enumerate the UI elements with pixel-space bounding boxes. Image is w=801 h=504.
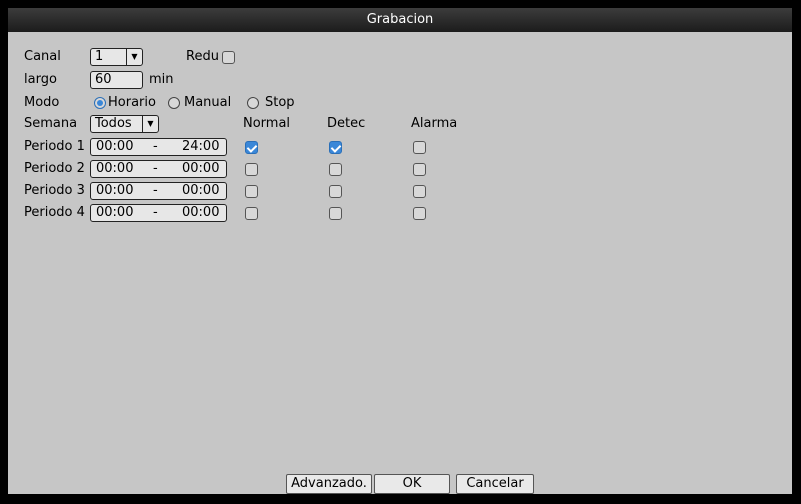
alarma-checkbox[interactable] (413, 207, 426, 220)
alarma-checkbox[interactable] (413, 185, 426, 198)
modo-manual-label: Manual (184, 95, 232, 110)
semana-value: Todos (95, 116, 132, 131)
canal-value: 1 (95, 49, 104, 64)
modo-manual-radio[interactable] (168, 97, 180, 109)
chevron-down-icon: ▼ (126, 49, 142, 65)
detec-checkbox[interactable] (329, 185, 342, 198)
modo-stop-label: Stop (265, 95, 295, 110)
period-start: 00:00 (96, 139, 134, 154)
modo-horario-label: Horario (108, 95, 156, 110)
period-label: Periodo 2 (24, 161, 85, 176)
detec-checkbox[interactable] (329, 163, 342, 176)
period-time-input[interactable]: 00:00 - 24:00 (90, 138, 227, 156)
recording-dialog: Grabacion Canal 1 ▼ Redu largo 60 min Mo… (8, 8, 792, 494)
largo-unit: min (149, 72, 174, 87)
canal-select[interactable]: 1 ▼ (90, 48, 143, 66)
column-detec: Detec (327, 116, 366, 131)
period-separator: - (153, 139, 158, 154)
normal-checkbox[interactable] (245, 163, 258, 176)
period-start: 00:00 (96, 205, 134, 220)
semana-select[interactable]: Todos ▼ (90, 115, 159, 133)
detec-checkbox[interactable] (329, 141, 342, 154)
advanced-button[interactable]: Advanzado. (286, 474, 372, 494)
chevron-down-icon: ▼ (142, 116, 158, 132)
period-start: 00:00 (96, 183, 134, 198)
period-label: Periodo 3 (24, 183, 85, 198)
redu-label: Redu (186, 49, 219, 64)
alarma-checkbox[interactable] (413, 141, 426, 154)
period-label: Periodo 4 (24, 205, 85, 220)
normal-checkbox[interactable] (245, 141, 258, 154)
redu-checkbox[interactable] (222, 51, 235, 64)
column-normal: Normal (243, 116, 291, 131)
ok-button[interactable]: OK (374, 474, 450, 494)
period-separator: - (153, 161, 158, 176)
modo-horario-radio[interactable] (94, 97, 106, 109)
dialog-title: Grabacion (8, 8, 792, 32)
period-end: 00:00 (182, 205, 220, 220)
canal-label: Canal (24, 49, 61, 64)
semana-label: Semana (24, 116, 78, 131)
period-separator: - (153, 183, 158, 198)
period-label: Periodo 1 (24, 139, 85, 154)
alarma-checkbox[interactable] (413, 163, 426, 176)
largo-input[interactable]: 60 (90, 71, 143, 89)
column-alarma: Alarma (411, 116, 458, 131)
normal-checkbox[interactable] (245, 207, 258, 220)
period-start: 00:00 (96, 161, 134, 176)
normal-checkbox[interactable] (245, 185, 258, 198)
largo-label: largo (24, 72, 57, 87)
period-end: 24:00 (182, 139, 220, 154)
period-time-input[interactable]: 00:00 - 00:00 (90, 204, 227, 222)
modo-stop-radio[interactable] (247, 97, 259, 109)
period-separator: - (153, 205, 158, 220)
cancel-button[interactable]: Cancelar (456, 474, 534, 494)
period-end: 00:00 (182, 183, 220, 198)
period-time-input[interactable]: 00:00 - 00:00 (90, 160, 227, 178)
period-end: 00:00 (182, 161, 220, 176)
modo-label: Modo (24, 95, 60, 110)
period-time-input[interactable]: 00:00 - 00:00 (90, 182, 227, 200)
detec-checkbox[interactable] (329, 207, 342, 220)
